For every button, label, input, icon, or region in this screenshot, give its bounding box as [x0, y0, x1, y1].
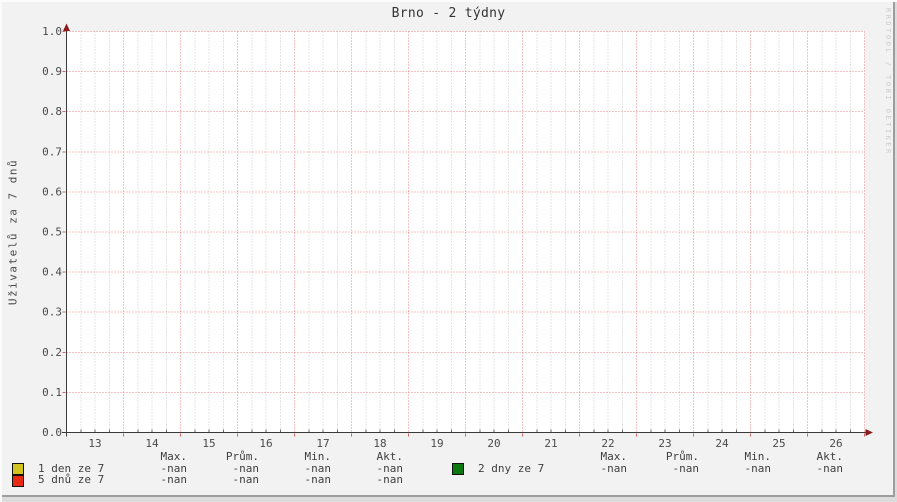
- svg-text:0.4: 0.4: [42, 266, 62, 279]
- svg-text:21: 21: [544, 437, 557, 450]
- svg-text:0.3: 0.3: [42, 306, 62, 319]
- legend-series-label: 5 dnů ze 7: [38, 473, 105, 486]
- legend-row: 5 dnů ze 7 -nan -nan -nan -nan: [0, 473, 405, 487]
- y-axis-label: Uživatelů za 7 dnů: [6, 158, 20, 306]
- legend-header-row: Max. Prům. Min. Akt.: [440, 451, 845, 463]
- legend-series-label: 2 dny ze 7: [478, 461, 545, 475]
- legend-header-row: Max. Prům. Min. Akt.: [0, 451, 405, 463]
- legend-value-avg: -nan: [232, 473, 260, 486]
- svg-text:0.5: 0.5: [42, 226, 62, 239]
- legend-column-avg: Prům.: [665, 450, 699, 463]
- svg-text:0.7: 0.7: [42, 145, 62, 158]
- legend-column-max: Max.: [600, 450, 628, 463]
- svg-text:0.9: 0.9: [42, 65, 62, 78]
- legend-spacer: [440, 451, 478, 463]
- legend-spacer: [478, 451, 557, 463]
- legend-column-max: Max.: [160, 450, 188, 463]
- legend-block-right: Max. Prům. Min. Akt. 2 dny ze 7 -nan -na…: [440, 451, 845, 475]
- legend-value-akt: -nan: [376, 473, 404, 486]
- watermark: RRDTOOL / TOBI OETIKER: [884, 8, 892, 156]
- svg-text:26: 26: [829, 437, 842, 450]
- svg-text:19: 19: [430, 437, 443, 450]
- svg-text:20: 20: [487, 437, 500, 450]
- legend-value-akt: -nan: [816, 461, 844, 475]
- svg-text:25: 25: [772, 437, 785, 450]
- svg-text:1.0: 1.0: [42, 25, 62, 38]
- legend-swatch-red: [12, 474, 24, 487]
- svg-text:16: 16: [259, 437, 272, 450]
- legend-column-akt: Akt.: [816, 450, 844, 463]
- legend-swatch-cell: [0, 474, 38, 487]
- svg-text:0.8: 0.8: [42, 105, 62, 118]
- svg-text:15: 15: [202, 437, 215, 450]
- legend-swatch-green: [452, 463, 464, 475]
- legend-spacer: [38, 451, 117, 463]
- svg-text:0.2: 0.2: [42, 346, 62, 359]
- svg-text:14: 14: [145, 437, 159, 450]
- legend-value-min: -nan: [744, 461, 772, 475]
- svg-text:23: 23: [658, 437, 671, 450]
- legend-column-min: Min.: [744, 450, 772, 463]
- legend-spacer: [0, 451, 38, 463]
- svg-text:0.1: 0.1: [42, 386, 62, 399]
- rrd-graph: Brno - 2 týdny 0.0 0.1 0.2 0.3 0.4 0.5 0.6 0.7 0…: [0, 0, 897, 502]
- legend-value-max: -nan: [160, 473, 188, 486]
- legend-value-min: -nan: [304, 473, 332, 486]
- legend-column-min: Min.: [304, 450, 332, 463]
- svg-text:0.6: 0.6: [42, 185, 62, 198]
- svg-text:18: 18: [373, 437, 386, 450]
- legend-row: 2 dny ze 7 -nan -nan -nan -nan: [440, 461, 845, 475]
- svg-text:13: 13: [88, 437, 101, 450]
- legend-swatch-cell: [440, 463, 478, 475]
- legend-block-left: Max. Prům. Min. Akt. 1 den ze 7 -nan -na…: [0, 451, 405, 487]
- svg-text:17: 17: [316, 437, 329, 450]
- legend-value-max: -nan: [600, 461, 628, 475]
- svg-text:0.0: 0.0: [42, 426, 62, 439]
- svg-text:22: 22: [601, 437, 614, 450]
- chart-canvas: 0.0 0.1 0.2 0.3 0.4 0.5 0.6 0.7 0.8 0.9 1.0 13 14 15 1…: [42, 23, 873, 450]
- legend-column-akt: Akt.: [376, 450, 404, 463]
- legend-value-avg: -nan: [672, 461, 700, 475]
- svg-text:24: 24: [715, 437, 729, 450]
- legend-column-avg: Prům.: [225, 450, 259, 463]
